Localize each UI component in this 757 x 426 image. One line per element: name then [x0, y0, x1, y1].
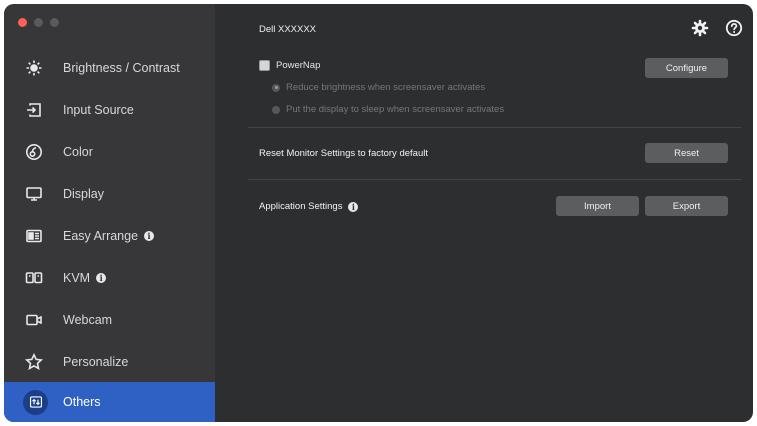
sidebar-item-text: Display [63, 186, 104, 201]
sidebar-item-text: Brightness / Contrast [63, 60, 180, 75]
webcam-icon [23, 309, 45, 331]
sidebar-item-text: Webcam [63, 312, 113, 327]
main-panel: Dell XXXXXX PowerNap Reduce brightness w… [215, 4, 753, 422]
info-icon[interactable]: i [348, 201, 359, 212]
powernap-label: PowerNap [276, 60, 321, 71]
radio-label: Put the display to sleep when screensave… [286, 104, 505, 115]
brightness-icon [23, 57, 45, 79]
sidebar-item-label: Webcam [63, 313, 112, 327]
reset-label: Reset Monitor Settings to factory defaul… [259, 148, 428, 159]
sidebar-item-text: Color [63, 144, 93, 159]
sidebar-item-personalize[interactable]: Personalize [4, 341, 215, 382]
application-settings-row: Application Settings i [259, 201, 359, 212]
sidebar-item-label: Color [63, 145, 93, 159]
display-icon [23, 183, 45, 205]
sidebar-item-kvm[interactable]: KVM i [4, 257, 215, 298]
info-icon[interactable]: i [144, 230, 155, 241]
sidebar-item-text: Others [63, 395, 101, 409]
sidebar-item-label: Brightness / Contrast [63, 61, 180, 75]
sidebar-item-text: KVM [63, 270, 91, 285]
sidebar-item-easy-arrange[interactable]: Easy Arrange i [4, 215, 215, 256]
import-button[interactable]: Import [556, 196, 639, 216]
powernap-option-reduce-brightness[interactable]: Reduce brightness when screensaver activ… [272, 82, 485, 93]
radio-button[interactable] [272, 105, 280, 114]
star-icon [23, 351, 45, 373]
application-settings-label: Application Settings [259, 201, 343, 212]
sidebar: Brightness / Contrast Input Source Color… [4, 4, 215, 422]
sidebar-item-label: Display [63, 187, 104, 201]
sidebar-item-text: Easy Arrange [63, 228, 139, 243]
sidebar-item-input-source[interactable]: Input Source [4, 89, 215, 130]
sidebar-item-label: KVM i [63, 270, 107, 285]
page-title: Dell XXXXXX [259, 24, 317, 35]
sidebar-item-text: Input Source [63, 102, 134, 117]
sidebar-item-display[interactable]: Display [4, 173, 215, 214]
powernap-option-sleep[interactable]: Put the display to sleep when screensave… [272, 104, 504, 115]
configure-button[interactable]: Configure [645, 58, 728, 78]
sidebar-item-label: Easy Arrange i [63, 228, 155, 243]
radio-button[interactable] [272, 83, 280, 92]
input-source-icon [23, 99, 45, 121]
minimize-window-button[interactable] [34, 18, 43, 27]
window-controls [18, 18, 59, 27]
sidebar-item-brightness-contrast[interactable]: Brightness / Contrast [4, 47, 215, 88]
color-icon [23, 141, 45, 163]
kvm-icon [23, 267, 45, 289]
easy-arrange-icon [23, 225, 45, 247]
sidebar-item-color[interactable]: Color [4, 131, 215, 172]
export-button[interactable]: Export [645, 196, 728, 216]
radio-label: Reduce brightness when screensaver activ… [286, 82, 486, 93]
help-icon[interactable] [725, 19, 743, 37]
divider [248, 127, 741, 128]
app-window: Brightness / Contrast Input Source Color… [4, 4, 753, 422]
others-icon [23, 389, 48, 415]
gear-icon[interactable] [691, 19, 709, 37]
sidebar-item-webcam[interactable]: Webcam [4, 299, 215, 340]
sidebar-item-label: Personalize [63, 355, 128, 369]
sidebar-item-others[interactable]: Others [4, 382, 215, 422]
powernap-checkbox[interactable] [259, 60, 270, 71]
powernap-row: PowerNap [259, 60, 320, 71]
info-icon[interactable]: i [96, 272, 107, 283]
close-window-button[interactable] [18, 18, 27, 27]
divider [248, 179, 741, 180]
zoom-window-button[interactable] [50, 18, 59, 27]
sidebar-item-label: Others [63, 395, 101, 409]
reset-button[interactable]: Reset [645, 143, 728, 163]
sidebar-item-label: Input Source [63, 103, 134, 117]
sidebar-item-text: Personalize [63, 354, 129, 369]
